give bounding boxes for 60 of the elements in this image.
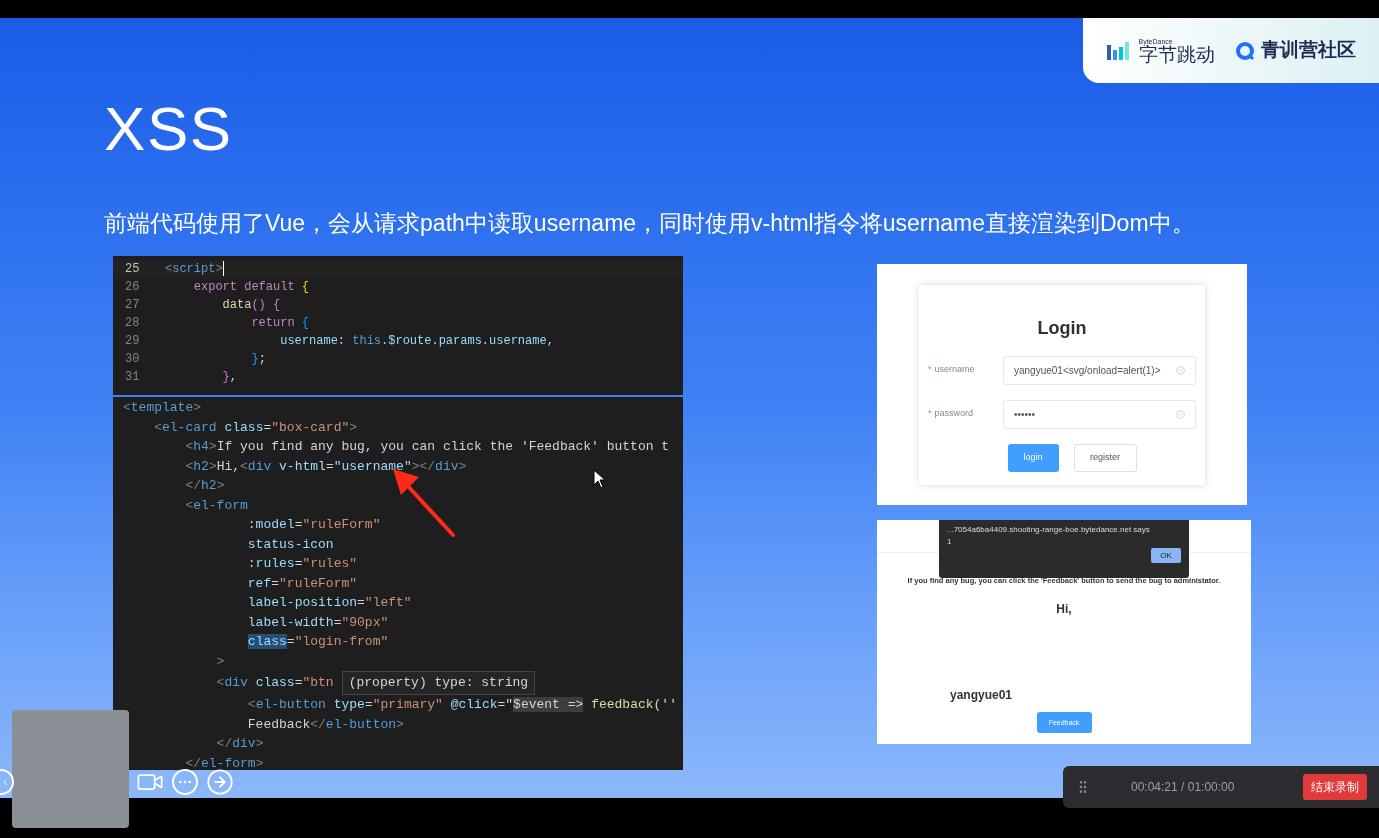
more-button[interactable] xyxy=(172,769,198,795)
slide-title: XSS xyxy=(104,98,233,160)
register-button[interactable]: register xyxy=(1073,443,1137,472)
code-line: </div> xyxy=(215,735,264,753)
code-line: :rules="rules" xyxy=(246,555,358,573)
code-line: Feedback</el-button> xyxy=(246,715,404,734)
code-line: }, xyxy=(221,369,237,386)
bars-logo-icon xyxy=(1106,40,1131,61)
code-line: <el-button type="primary" @click="$event => feedback('' xyxy=(246,696,677,714)
field-label: * password xyxy=(928,407,975,421)
input-field[interactable]: •••••• xyxy=(1003,399,1196,429)
next-button[interactable] xyxy=(206,768,234,796)
field-label: * username xyxy=(928,363,976,377)
chevron-left-icon xyxy=(0,777,10,787)
code-line: return { xyxy=(250,315,310,332)
code-line: label-width="90px" xyxy=(246,613,389,632)
code-line: <script> xyxy=(164,260,224,278)
input-field[interactable]: yangyue01<svg/onload=alert(1)> xyxy=(1003,355,1196,385)
code-line: <template> xyxy=(123,399,202,417)
login-title: Login xyxy=(1037,316,1087,340)
recording-time: 00:04:21 / 01:00:00 xyxy=(1131,779,1235,796)
code-line: <div class="btn xyxy=(215,674,334,693)
code-line: status-icon xyxy=(246,535,334,554)
greeting-text: Hi, xyxy=(1056,601,1072,619)
ok-button[interactable]: OK xyxy=(1151,548,1181,563)
stop-recording-button[interactable]: 结束录制 xyxy=(1303,774,1367,800)
line-number: 30 xyxy=(124,351,141,368)
code-line: export default { xyxy=(192,279,310,296)
check-icon xyxy=(1176,409,1185,419)
code-line: }; xyxy=(250,351,266,368)
username-text: yangyue01 xyxy=(950,687,1013,705)
code-line: data() { xyxy=(221,297,281,314)
code-line: <el-card class="box-card"> xyxy=(153,418,358,437)
code-line: > xyxy=(215,652,225,671)
code-line: <el-form xyxy=(184,496,248,515)
line-number: 31 xyxy=(124,369,141,386)
code-line: <h4>If you find any bug, you can click the 'Feedback' button t xyxy=(184,438,670,456)
check-icon xyxy=(1176,365,1185,375)
alert-value: 1 xyxy=(947,536,953,548)
line-number: 26 xyxy=(124,279,141,296)
code-line: </el-form> xyxy=(184,754,264,773)
code-line: username: this.$route.params.username, xyxy=(279,333,554,350)
logo-name: 字节跳动 xyxy=(1138,44,1215,64)
code-line: </h2> xyxy=(184,477,225,495)
line-number: 27 xyxy=(124,297,141,314)
previous-button[interactable] xyxy=(0,769,14,795)
code-line: <h2>Hi,<div v-html="username"></div> xyxy=(184,457,467,476)
line-number: 28 xyxy=(124,315,141,332)
line-number: 25 xyxy=(124,261,141,278)
slide-subtitle: 前端代码使用了Vue，会从请求path中读取username，同时使用v-html指令将username直接渲染到Dom中。 xyxy=(104,209,1195,238)
ring-logo-icon xyxy=(1234,40,1255,61)
line-number: 29 xyxy=(124,333,141,350)
code-line: class="login-from" xyxy=(246,633,389,651)
code-line: label-position="left" xyxy=(246,594,412,612)
hover-tooltip: (property) type: string xyxy=(341,671,536,695)
mouse-cursor-icon xyxy=(593,469,607,489)
alert-message: ...7054a6ba4409.shooting-range-boe.bytedance.net says xyxy=(947,524,1151,536)
code-line: :model="ruleForm" xyxy=(246,516,381,534)
logo-name: 青训营社区 xyxy=(1260,38,1356,63)
code-line: ref="ruleForm" xyxy=(246,574,358,593)
